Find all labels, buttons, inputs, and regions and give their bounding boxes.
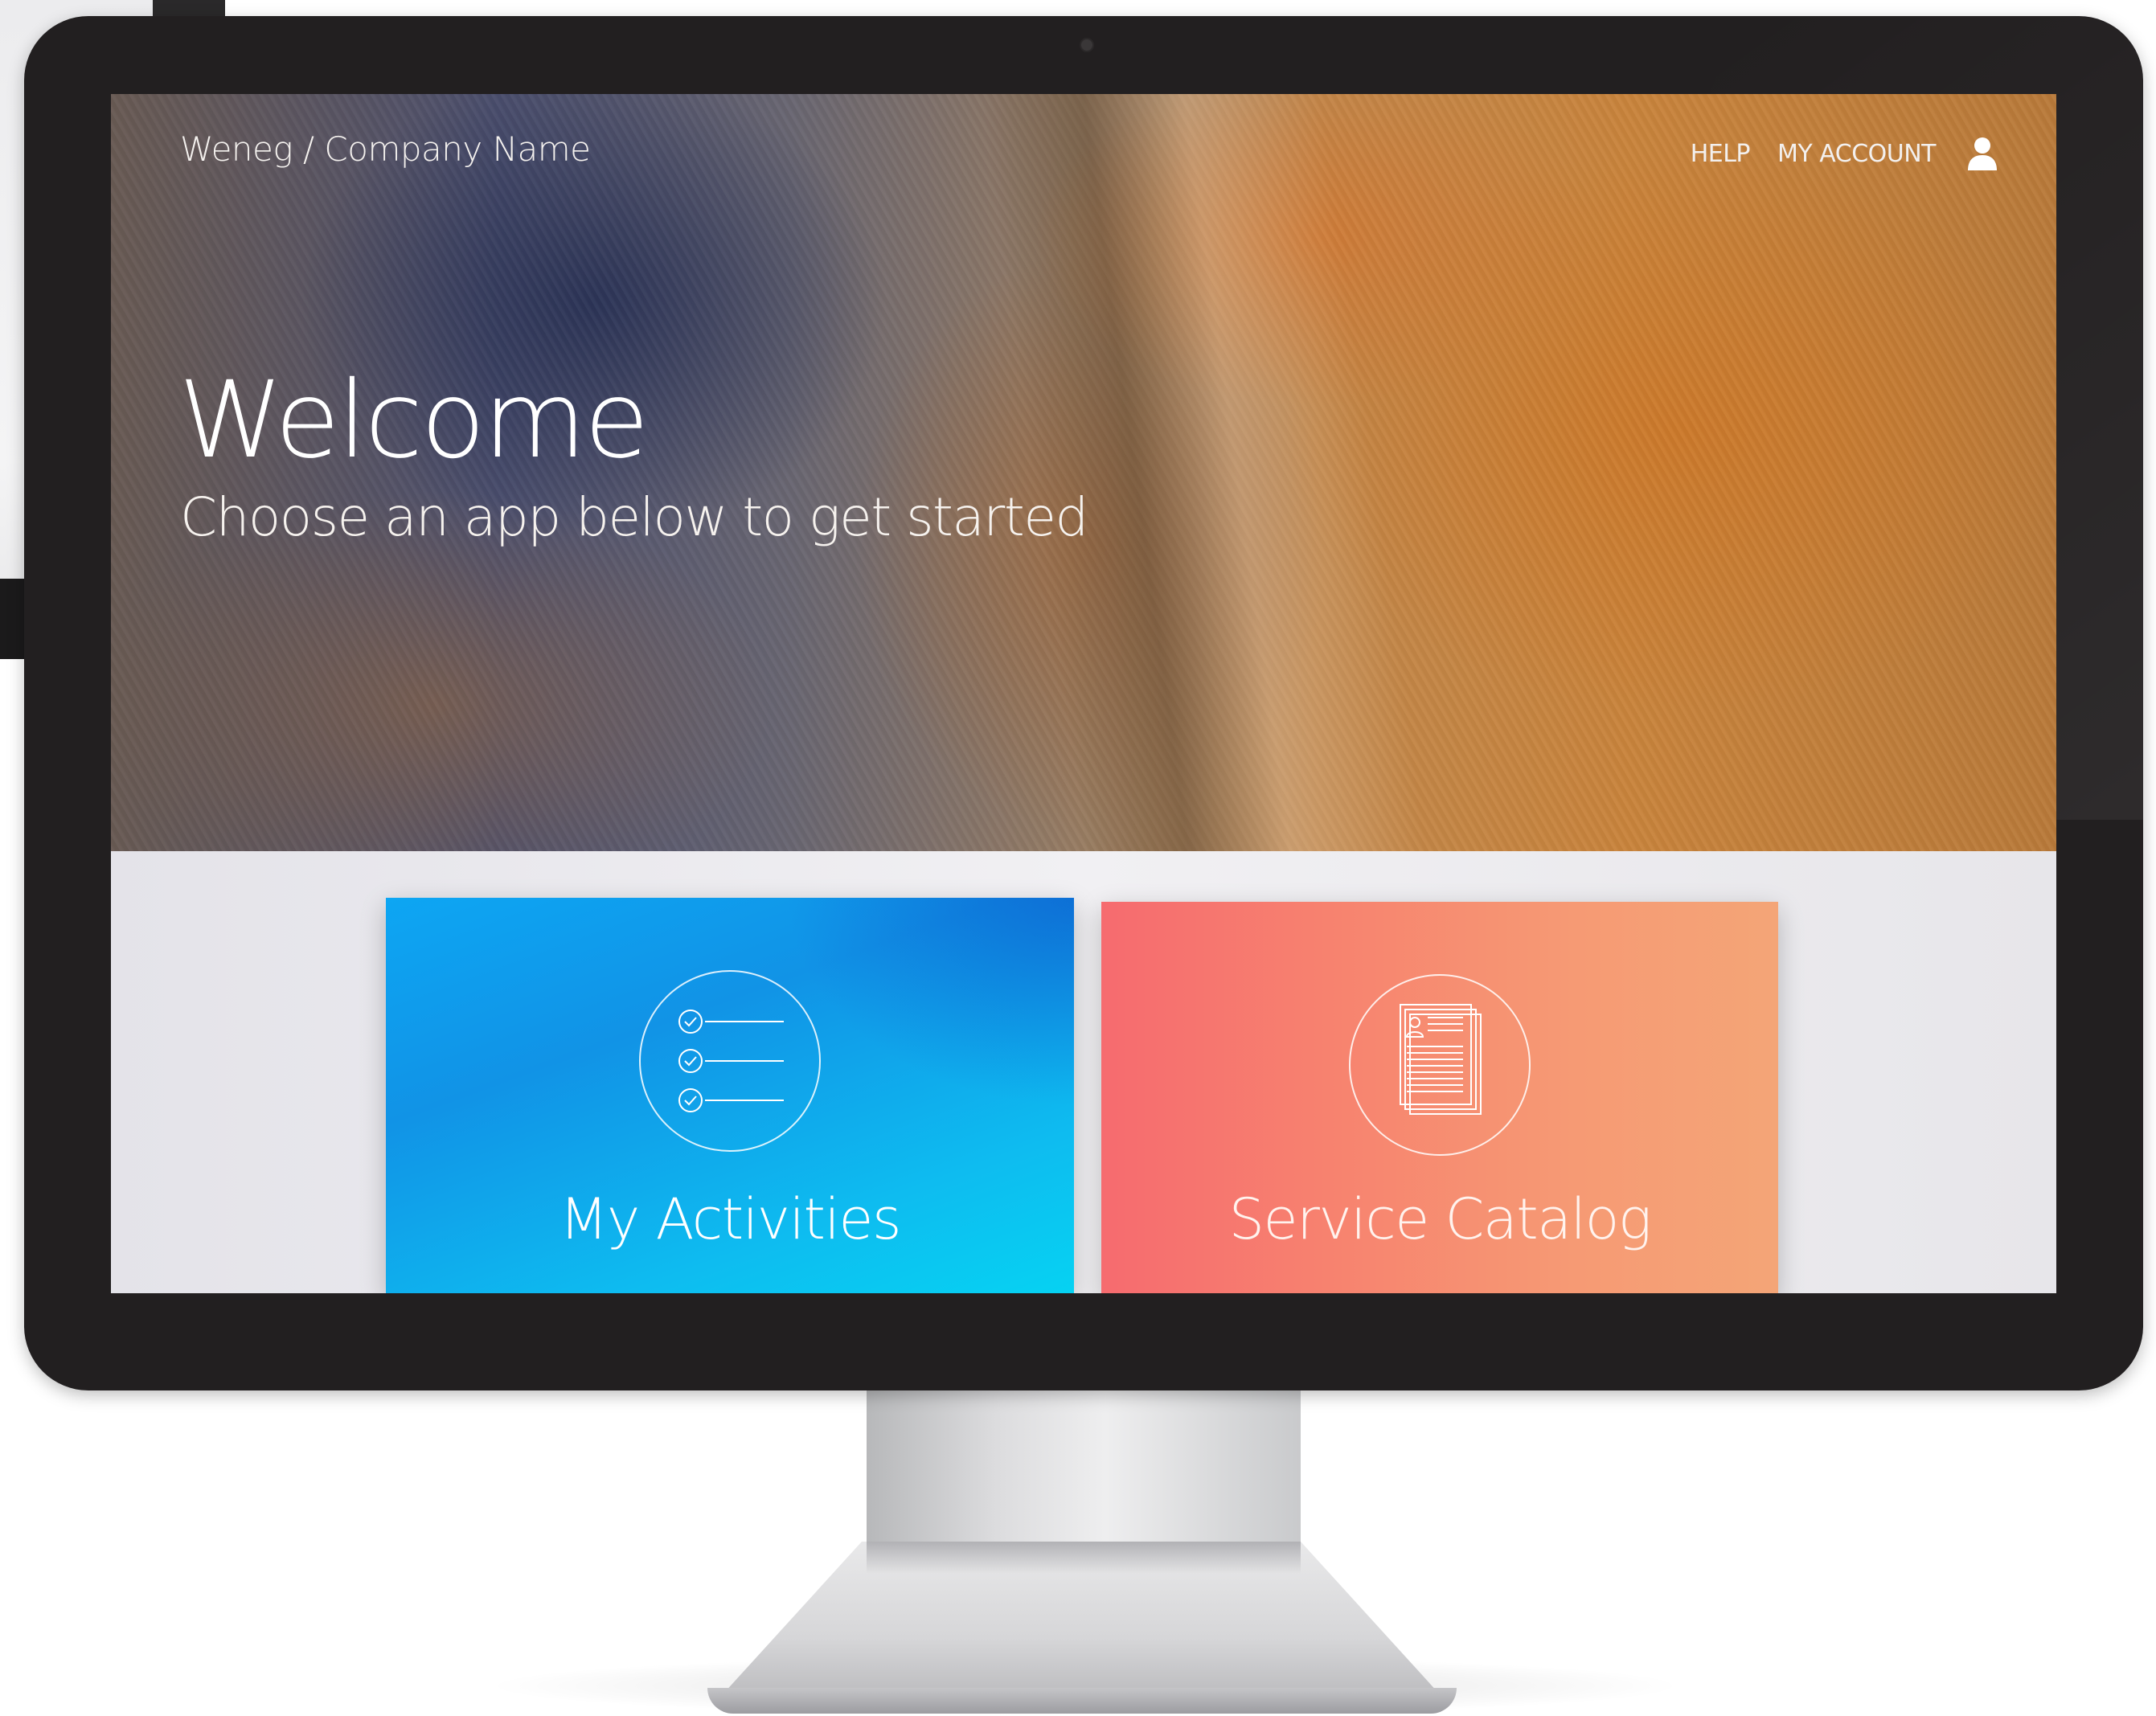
app-launcher: My Activities Service Catalog [111,851,2056,1293]
hero-banner: Weneg / Company Name HELP MY ACCOUNT Wel… [111,94,2056,851]
service-catalog-tile[interactable]: Service Catalog [1101,902,1778,1293]
company-breadcrumb[interactable]: Weneg / Company Name [180,129,591,169]
my-account-link[interactable]: MY ACCOUNT [1777,140,1936,168]
monitor-stand-base [707,1688,1457,1714]
my-activities-tile[interactable]: My Activities [386,898,1074,1293]
monitor-stand-shade [867,1542,1301,1574]
service-catalog-label: Service Catalog [1228,1186,1652,1252]
my-activities-label: My Activities [559,1186,901,1252]
camera-icon [1080,38,1094,52]
monitor-stand-neck [867,1390,1301,1543]
top-navigation: HELP MY ACCOUNT [1691,136,1998,171]
screen: Weneg / Company Name HELP MY ACCOUNT Wel… [111,94,2056,1293]
welcome-heading: Welcome [178,358,650,482]
document-icon [1349,974,1531,1156]
help-link[interactable]: HELP [1691,140,1751,168]
user-icon[interactable] [1966,136,1998,171]
checklist-icon [639,970,821,1152]
monitor-bezel: Weneg / Company Name HELP MY ACCOUNT Wel… [24,16,2143,1390]
welcome-subheading: Choose an app below to get started [180,486,1088,548]
